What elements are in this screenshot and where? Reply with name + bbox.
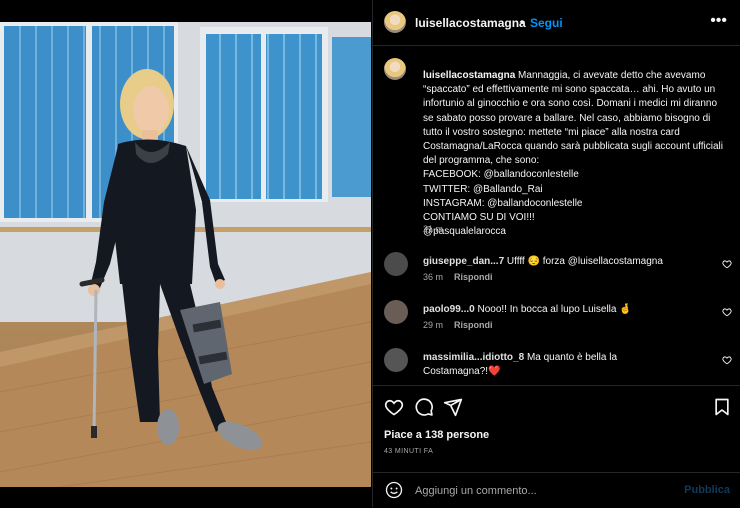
- post-timestamp: 43 MINUTI FA: [384, 448, 434, 455]
- post-detail-panel: luisellacostamagna • Segui ••• luisellac…: [372, 0, 740, 507]
- comment-username[interactable]: giuseppe_dan...7: [423, 256, 504, 267]
- likes-count[interactable]: Piace a 138 persone: [384, 429, 489, 441]
- commenter-avatar[interactable]: [384, 300, 408, 324]
- comment-time: 36 m: [423, 272, 444, 282]
- comment-text: Nooo!! In bocca al lupo Luisella 🤞: [477, 304, 632, 315]
- comment-item: giuseppe_dan...7 Uffff 😔 forza @luisella…: [384, 252, 734, 292]
- reply-button[interactable]: Rispondi: [454, 320, 493, 330]
- like-comment-icon[interactable]: [722, 307, 732, 317]
- commenter-avatar[interactable]: [384, 252, 408, 276]
- caption-text-block: luisellacostamagna Mannaggia, ci avevate…: [423, 69, 723, 239]
- comment-meta: 36 m Rispondi: [423, 272, 504, 282]
- caption-text: Mannaggia, ci avevate detto che avevamo …: [423, 70, 724, 238]
- caption-time: 21 m: [423, 224, 444, 234]
- comment-username[interactable]: massimilia...idiotto_8: [423, 352, 524, 363]
- comment-username[interactable]: paolo99...0: [423, 304, 475, 315]
- comment-text: Uffff 😔 forza @luisellacostamagna: [506, 256, 663, 267]
- window-right: [200, 27, 371, 202]
- author-username[interactable]: luisellacostamagna: [415, 16, 526, 30]
- comment-text-block: giuseppe_dan...7 Uffff 😔 forza @luisella…: [423, 255, 708, 269]
- add-comment-bar: Pubblica: [373, 472, 740, 508]
- photo-image: [0, 22, 371, 487]
- commenter-avatar[interactable]: [384, 348, 408, 372]
- like-icon[interactable]: [384, 397, 404, 417]
- share-icon[interactable]: [443, 397, 463, 417]
- author-avatar[interactable]: [384, 11, 406, 33]
- like-comment-icon[interactable]: [722, 259, 732, 269]
- post-photo[interactable]: [0, 22, 371, 487]
- caption-username[interactable]: luisellacostamagna: [423, 70, 515, 81]
- post-actions: Piace a 138 persone 43 MINUTI FA: [373, 385, 740, 486]
- like-comment-icon[interactable]: [722, 355, 732, 365]
- comment-icon[interactable]: [414, 397, 434, 417]
- header-separator: •: [520, 15, 525, 29]
- post-header: luisellacostamagna • Segui •••: [373, 0, 740, 46]
- comment-item: massimilia...idiotto_8 Ma quanto è bella…: [384, 348, 734, 388]
- follow-button[interactable]: Segui: [530, 16, 563, 30]
- more-options-icon[interactable]: •••: [710, 12, 727, 30]
- comment-item: paolo99...0 Nooo!! In bocca al lupo Luis…: [384, 300, 734, 340]
- reply-button[interactable]: Rispondi: [454, 272, 493, 282]
- comment-text-block: paolo99...0 Nooo!! In bocca al lupo Luis…: [423, 303, 708, 317]
- emoji-icon[interactable]: [385, 481, 403, 499]
- comment-input[interactable]: [413, 481, 647, 501]
- comment-time: 29 m: [423, 320, 444, 330]
- publish-button[interactable]: Pubblica: [684, 484, 730, 496]
- caption-avatar[interactable]: [384, 58, 406, 80]
- save-bookmark-icon[interactable]: [712, 397, 732, 417]
- comment-text-block: massimilia...idiotto_8 Ma quanto è bella…: [423, 351, 623, 378]
- comment-meta: 29 m Rispondi: [423, 320, 504, 330]
